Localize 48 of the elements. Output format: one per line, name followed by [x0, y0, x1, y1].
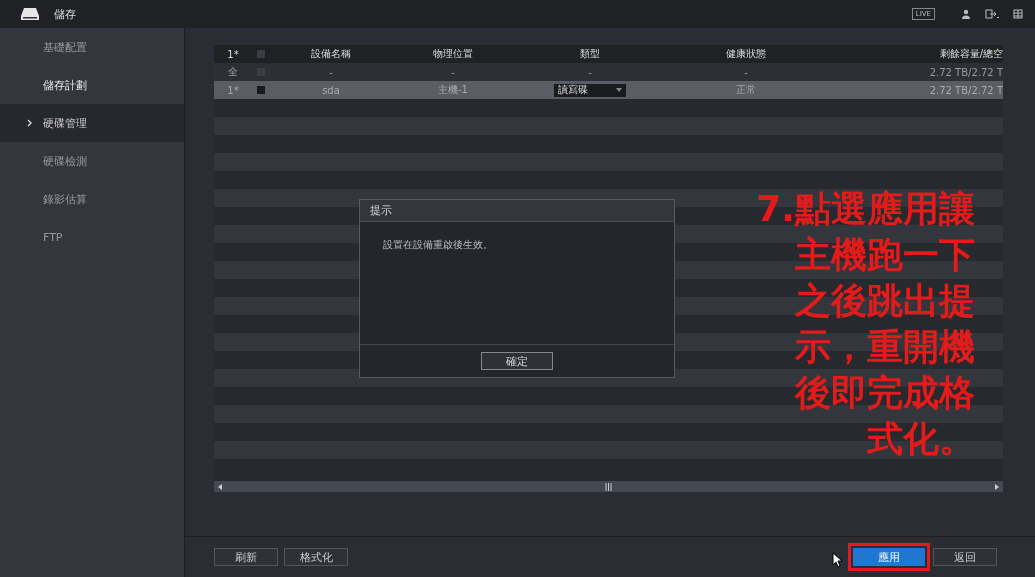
column-header: 設備名稱: [310, 47, 352, 61]
column-header: 物理位置: [432, 47, 474, 61]
checkbox[interactable]: [257, 86, 265, 94]
scroll-left-icon[interactable]: [218, 483, 222, 490]
storage-icon: [20, 7, 40, 21]
action-button[interactable]: 應用: [853, 548, 925, 566]
table-cell-text: sda: [321, 84, 341, 96]
chevron-icon: [27, 119, 33, 127]
cursor-icon: [832, 552, 842, 568]
caret-icon: [616, 88, 622, 92]
action-button[interactable]: 返回: [933, 548, 997, 566]
table-cell-text: 主機-1: [437, 83, 469, 97]
table-row[interactable]: 1* sda 主機-1 讀寫碟 正常 2.72 TB/2.72 T: [214, 81, 1003, 99]
scroll-thumb-grip-icon[interactable]: [605, 482, 612, 491]
logout-icon[interactable]: [985, 9, 999, 19]
column-header: 剩餘容量/總空: [938, 47, 1003, 61]
table-cell-text: -: [328, 66, 334, 78]
table-cell-text: 2.72 TB/2.72 T: [928, 84, 1003, 96]
sidebar-item[interactable]: 錄影估算: [0, 180, 184, 218]
ok-button[interactable]: 確定: [481, 352, 553, 370]
window-title: 儲存: [54, 6, 76, 22]
column-header: 健康狀態: [725, 47, 767, 61]
type-dropdown[interactable]: 讀寫碟: [554, 83, 626, 97]
action-button[interactable]: 格式化: [284, 548, 348, 566]
horizontal-scrollbar[interactable]: [214, 481, 1003, 492]
sidebar-item[interactable]: 儲存計劃: [0, 66, 184, 104]
user-icon[interactable]: [961, 9, 971, 19]
table-cell-text: 2.72 TB/2.72 T: [928, 66, 1003, 78]
dialog-message: 設置在設備重啟後生效。: [382, 238, 494, 252]
sidebar-item[interactable]: FTP: [0, 218, 184, 256]
table-cell-text: -: [743, 66, 749, 78]
sidebar-item[interactable]: 硬碟檢測: [0, 142, 184, 180]
table-cell-text: 1*: [226, 84, 240, 96]
annotation-text: 7.點選應用讓 主機跑一下 之後跳出提 示，重開機 後即完成格 式化。: [755, 187, 975, 461]
checkbox[interactable]: [257, 50, 265, 58]
column-header: 類型: [579, 47, 601, 61]
action-button[interactable]: 刷新: [214, 548, 278, 566]
scroll-right-icon[interactable]: [995, 483, 999, 490]
table-cell-text: 正常: [735, 83, 757, 97]
sidebar-item[interactable]: 硬碟管理: [0, 104, 184, 142]
column-header: 1*: [226, 48, 240, 60]
table-row[interactable]: 全 - - - - 2.72 TB/2.72 T: [214, 63, 1003, 81]
menu-icon[interactable]: [1013, 9, 1023, 19]
table-cell-text: -: [450, 66, 456, 78]
table-cell-text: 全: [227, 65, 239, 79]
table-cell: -: [588, 66, 592, 78]
dialog-title: 提示: [360, 200, 674, 222]
sidebar-item[interactable]: 基礎配置: [0, 28, 184, 66]
